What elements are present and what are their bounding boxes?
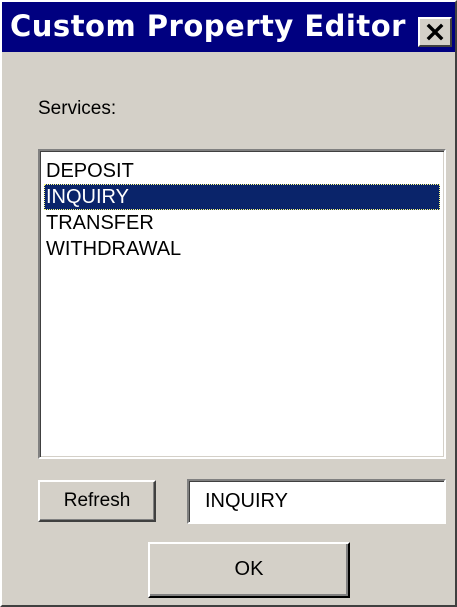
- selected-value-field[interactable]: [187, 479, 446, 524]
- window-title: Custom Property Editor: [10, 9, 406, 43]
- selected-value-input[interactable]: [205, 487, 435, 515]
- close-icon: [426, 23, 444, 41]
- refresh-button[interactable]: Refresh: [38, 480, 156, 522]
- list-item-transfer[interactable]: TRANSFER: [44, 210, 440, 236]
- list-item-deposit[interactable]: DEPOSIT: [44, 158, 440, 184]
- services-listbox[interactable]: DEPOSIT INQUIRY TRANSFER WITHDRAWAL: [38, 149, 446, 459]
- services-label: Services:: [38, 98, 117, 119]
- services-list: DEPOSIT INQUIRY TRANSFER WITHDRAWAL: [44, 158, 440, 262]
- custom-property-editor-dialog: Custom Property Editor Services: DEPOSIT…: [0, 0, 457, 607]
- list-item-withdrawal[interactable]: WITHDRAWAL: [44, 236, 440, 262]
- list-item-inquiry[interactable]: INQUIRY: [44, 184, 440, 210]
- title-bar[interactable]: Custom Property Editor: [2, 2, 455, 52]
- ok-button[interactable]: OK: [148, 542, 350, 598]
- close-button[interactable]: [418, 17, 452, 47]
